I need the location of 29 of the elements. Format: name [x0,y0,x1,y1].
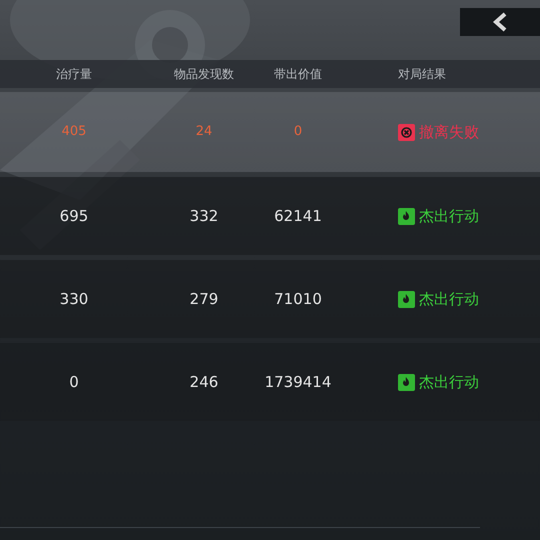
table-cell-text: 1739414 [264,372,332,393]
flame-badge-icon [398,374,415,390]
flame-badge-icon [398,290,415,308]
table-cell-text: 62141 [274,206,322,227]
table-cell-text: 330 [60,288,88,310]
result-label: 杰出行动 [419,288,479,310]
back-button[interactable] [460,8,540,36]
table-cell-text: 332 [190,206,218,227]
result-label: 杰出行动 [419,206,479,227]
table-cell-text: 405 [62,123,86,142]
result-label: 撤离失败 [419,122,479,143]
result-row[interactable]: 695 332 62141 杰出行动 [0,177,540,255]
column-header: 对局结果 [398,66,446,83]
flame-badge-icon [398,208,415,224]
back-icon [491,12,509,32]
result-row[interactable]: 330 279 71010 杰出行动 [0,260,540,338]
table-cell-text: 695 [60,206,88,227]
column-header: 带出价值 [274,66,322,83]
table-cell-text: 0 [294,123,302,142]
column-header: 治疗量 [56,66,92,83]
table-cell-text: 24 [196,123,212,142]
cross-badge-icon [398,124,415,140]
column-header: 物品发现数 [174,66,234,83]
table-cell-text: 246 [190,372,218,393]
table-cell-text: 279 [190,288,218,310]
result-label: 杰出行动 [419,372,479,393]
result-row[interactable]: 0 246 1739414 杰出行动 [0,343,540,421]
table-cell-text: 71010 [274,288,322,310]
table-cell-text: 0 [69,372,79,393]
